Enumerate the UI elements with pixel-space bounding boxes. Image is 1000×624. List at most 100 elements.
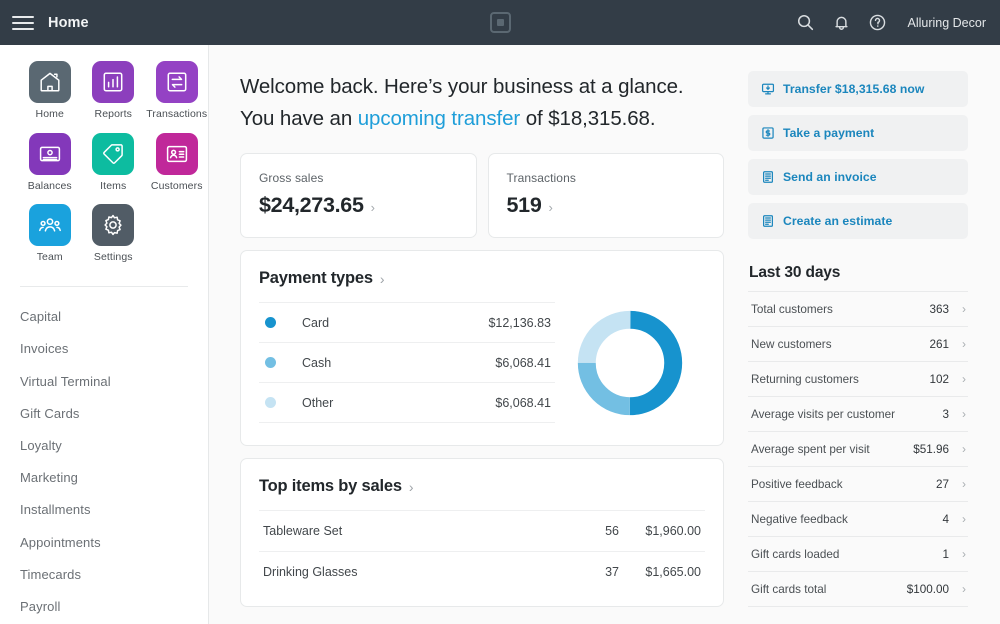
house-icon [29, 61, 71, 103]
sidebar-item-virtual-terminal[interactable]: Virtual Terminal [0, 365, 208, 397]
kpi-value: $24,273.65 [259, 193, 364, 218]
payment-type-name: Card [302, 316, 329, 330]
kpi-value: 519 [507, 193, 542, 218]
top-item-row[interactable]: Drinking Glasses 37$1,665.00 [259, 551, 705, 592]
stat-value: 1 [942, 548, 949, 561]
search-icon[interactable] [796, 13, 815, 32]
action-button-dollar-bill[interactable]: Take a payment [748, 115, 968, 151]
stat-row[interactable]: Gift cards loaded1› [748, 536, 968, 571]
sidebar-item-installments[interactable]: Installments [0, 494, 208, 526]
chevron-right-icon: › [962, 583, 966, 595]
stat-value: 27 [936, 478, 949, 491]
payment-type-row[interactable]: Card $12,136.83 [259, 302, 555, 342]
sidebar: HomeReportsTransactions Balances ItemsCust… [0, 45, 209, 624]
contact-card-icon [156, 133, 198, 175]
stat-value: $100.00 [907, 583, 949, 596]
chevron-right-icon: › [962, 408, 966, 420]
action-button-estimate[interactable]: Create an estimate [748, 203, 968, 239]
stat-label: New customers [751, 338, 832, 351]
hamburger-icon[interactable] [12, 15, 34, 31]
sidebar-app-tiles: HomeReportsTransactions Balances ItemsCust… [0, 45, 209, 276]
chevron-right-icon: › [962, 373, 966, 385]
sidebar-tile-balances[interactable]: Balances [18, 133, 82, 193]
sidebar-item-appointments[interactable]: Appointments [0, 526, 208, 558]
action-button-deposit[interactable]: Transfer $18,315.68 now [748, 71, 968, 107]
kpi-label: Gross sales [259, 171, 458, 185]
sidebar-tile-settings[interactable]: Settings [82, 204, 146, 264]
sidebar-item-gift-cards[interactable]: Gift Cards [0, 397, 208, 429]
sidebar-nav-list: CapitalInvoicesVirtual TerminalGift Card… [0, 287, 208, 624]
bell-icon[interactable] [832, 13, 851, 32]
payment-type-amount: $12,136.83 [488, 316, 551, 330]
sidebar-tile-label: Team [37, 252, 63, 264]
legend-color-dot [265, 317, 276, 328]
stat-row[interactable]: New customers 261 › [748, 326, 968, 361]
payment-type-row[interactable]: Cash$6,068.41 [259, 342, 555, 382]
sidebar-tile-items[interactable]: Items [82, 133, 146, 193]
payment-types-header[interactable]: Payment types › [241, 251, 723, 302]
stat-value: 4 [942, 513, 949, 526]
stat-row[interactable]: Total customers363› [748, 291, 968, 326]
sidebar-tile-label: Balances [28, 181, 72, 193]
top-item-quantity: 56 [561, 524, 619, 538]
sidebar-item-capital[interactable]: Capital [0, 301, 208, 333]
transfer-icon [156, 61, 198, 103]
main-content: Welcome back. Here’s your business at a … [209, 45, 740, 624]
stat-row[interactable]: Gift cards total $100.00 › [748, 571, 968, 607]
chevron-right-icon: › [380, 272, 385, 286]
stat-label: Average visits per customer [751, 408, 895, 421]
kpi-label: Transactions [507, 171, 706, 185]
quick-actions-list: Transfer $18,315.68 now Take a payment Sen… [748, 71, 968, 239]
payment-type-name: Other [302, 396, 333, 410]
top-item-quantity: 37 [561, 565, 619, 579]
action-button-invoice[interactable]: Send an invoice [748, 159, 968, 195]
sidebar-item-timecards[interactable]: Timecards [0, 558, 208, 590]
square-logo[interactable] [490, 12, 511, 33]
stat-label: Gift cards loaded [751, 548, 839, 561]
dollar-bill-icon [761, 126, 775, 140]
top-items-list: Tableware Set56$1,960.00Drinking Glasses… [241, 510, 723, 606]
action-button-label: Create an estimate [783, 214, 892, 228]
sidebar-tile-team[interactable]: Team [18, 204, 82, 264]
welcome-line-1: Welcome back. Here’s your business at a … [240, 71, 724, 103]
stat-row[interactable]: Positive feedback27› [748, 466, 968, 501]
top-item-name: Drinking Glasses [263, 565, 357, 579]
stat-value: 102 [929, 373, 949, 386]
stat-label: Gift cards total [751, 583, 826, 596]
stat-value: 261 [929, 338, 949, 351]
sidebar-item-marketing[interactable]: Marketing [0, 462, 208, 494]
stat-row[interactable]: Returning customers102› [748, 361, 968, 396]
stat-label: Positive feedback [751, 478, 843, 491]
kpi-card-transactions[interactable]: Transactions 519 › [488, 153, 725, 238]
top-item-amount: $1,665.00 [619, 565, 701, 579]
sidebar-tile-customers[interactable]: Customers [145, 133, 209, 193]
kpi-value-row: 519 › [507, 193, 706, 218]
kpi-card-gross-sales[interactable]: Gross sales$24,273.65› [240, 153, 477, 238]
chevron-right-icon: › [962, 338, 966, 350]
sidebar-tile-reports[interactable]: Reports [82, 61, 146, 121]
sidebar-item-loyalty[interactable]: Loyalty [0, 429, 208, 461]
payment-types-body: Card $12,136.83 Cash$6,068.41Other$6,068.4… [241, 302, 723, 445]
sidebar-item-payroll[interactable]: Payroll [0, 590, 208, 622]
action-button-label: Send an invoice [783, 170, 877, 184]
top-items-card: Top items by sales › Tableware Set56$1,9… [240, 458, 724, 607]
stat-value: $51.96 [913, 443, 949, 456]
upcoming-transfer-link[interactable]: upcoming transfer [358, 107, 520, 130]
account-name[interactable]: Alluring Decor [907, 16, 986, 30]
top-item-row[interactable]: Tableware Set56$1,960.00 [259, 510, 705, 551]
sidebar-tile-label: Transactions [146, 109, 207, 121]
sidebar-tile-transactions[interactable]: Transactions [145, 61, 209, 121]
stat-label: Negative feedback [751, 513, 848, 526]
sidebar-item-invoices[interactable]: Invoices [0, 333, 208, 365]
stat-row[interactable]: Negative feedback 4 › [748, 501, 968, 536]
stat-row[interactable]: Average spent per visit$51.96› [748, 431, 968, 466]
payment-type-row[interactable]: Other$6,068.41 [259, 382, 555, 423]
stat-row[interactable]: Average visits per customer3› [748, 396, 968, 431]
chevron-right-icon: › [962, 513, 966, 525]
top-item-name: Tableware Set [263, 524, 342, 538]
chevron-right-icon: › [548, 201, 552, 214]
sidebar-tile-home[interactable]: Home [18, 61, 82, 121]
help-circle-icon[interactable] [868, 13, 887, 32]
top-items-header[interactable]: Top items by sales › [241, 459, 723, 510]
welcome-line-2-prefix: You have an [240, 107, 358, 130]
